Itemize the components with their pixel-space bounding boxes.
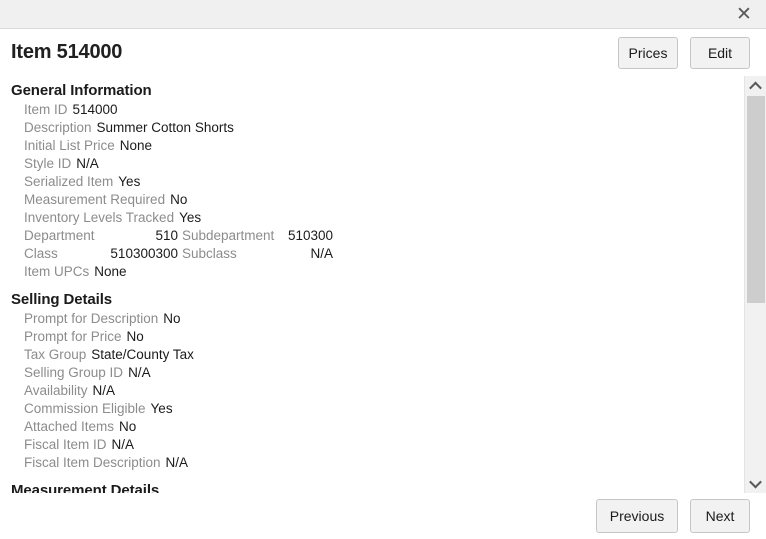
field-col: Subdepartment 510300 [182,228,337,243]
field-label: Measurement Required [24,192,166,207]
field-row: Serialized Item Yes [24,174,744,192]
field-label: Serialized Item [24,174,114,189]
scrollbar-thumb[interactable] [747,96,765,304]
field-row: Fiscal Item Description N/A [24,455,744,473]
field-label: Item UPCs [24,264,90,279]
field-value: N/A [111,437,135,452]
field-value: 510 [155,228,178,243]
field-label: Description [24,120,92,135]
field-row: Prompt for Price No [24,329,744,347]
field-value: State/County Tax [91,347,194,362]
field-value: None [94,264,127,279]
field-label: Tax Group [24,347,87,362]
field-value: No [170,192,188,207]
field-value: N/A [310,246,333,261]
field-value: No [163,311,181,326]
field-value: N/A [128,365,151,380]
page-title: Item 514000 [11,41,123,63]
field-row: Description Summer Cotton Shorts [24,120,744,138]
page-header: Item 514000 Prices Edit [0,29,766,76]
field-value: N/A [165,455,189,470]
prices-button[interactable]: Prices [618,36,678,69]
scroll-down-icon[interactable] [745,473,766,493]
field-row: Measurement Required No [24,192,744,210]
header-actions: Prices Edit [618,36,750,69]
edit-button[interactable]: Edit [690,36,750,69]
field-row: Prompt for Description No [24,311,744,329]
field-label: Selling Group ID [24,365,124,380]
next-button[interactable]: Next [690,499,750,533]
field-col: Class 510300300 [24,246,182,261]
field-row: Initial List Price None [24,138,744,156]
field-row: Commission Eligible Yes [24,401,744,419]
detail-sections: General Information Item ID 514000 Descript… [0,76,744,493]
field-row: Selling Group ID N/A [24,365,744,383]
field-value: No [119,419,137,434]
field-label: Department [24,228,95,243]
field-value: N/A [92,383,116,398]
scroll-up-icon[interactable] [745,76,766,96]
scrollbar-track[interactable] [745,96,766,473]
field-value: 514000 [72,102,118,117]
field-value: Yes [150,401,173,416]
section-title: General Information [11,82,152,99]
field-label: Inventory Levels Tracked [24,210,175,225]
window-titlebar: ✕ [0,0,766,29]
field-row: Fiscal Item ID N/A [24,437,744,455]
field-row: Department 510 Subdepartment 510300 [24,228,744,246]
field-label: Fiscal Item Description [24,455,161,470]
detail-content-area: General Information Item ID 514000 Descript… [0,76,766,493]
field-list: Prompt for Description No Prompt for Price… [11,311,744,473]
field-label: Initial List Price [24,138,115,153]
field-label: Class [24,246,58,261]
field-col: Subclass N/A [182,246,337,261]
field-label: Style ID [24,156,72,171]
field-label: Item ID [24,102,68,117]
field-value: 510300 [287,228,333,243]
field-row: Class 510300300 Subclass N/A [24,246,744,264]
field-label: Subdepartment [182,228,275,243]
field-label: Commission Eligible [24,401,146,416]
field-label: Attached Items [24,419,115,434]
field-row: Tax Group State/County Tax [24,347,744,365]
field-label: Prompt for Price [24,329,122,344]
field-label: Availability [24,383,88,398]
field-list: Item ID 514000 Description Summer Cotton Sh… [11,102,744,282]
section-title: Selling Details [11,291,113,308]
field-row: Style ID N/A [24,156,744,174]
vertical-scrollbar[interactable] [744,76,766,493]
field-value: None [119,138,153,153]
close-icon[interactable]: ✕ [733,3,755,25]
field-row: Item UPCs None [24,264,744,282]
field-row: Availability N/A [24,383,744,401]
field-value: Summer Cotton Shorts [96,120,234,135]
field-value: N/A [76,156,99,171]
field-col: Department 510 [24,228,182,243]
field-value: Yes [179,210,202,225]
field-row: Inventory Levels Tracked Yes [24,210,744,228]
field-value: Yes [118,174,141,189]
previous-button[interactable]: Previous [596,499,678,533]
page-footer: Previous Next [0,493,766,539]
field-value: 510300300 [110,246,178,261]
section-title: Measurement Details [11,482,160,493]
item-detail-window: ✕ Item 514000 Prices Edit General Inform… [0,0,766,539]
field-row: Item ID 514000 [24,102,744,120]
field-label: Prompt for Description [24,311,159,326]
field-row: Attached Items No [24,419,744,437]
field-value: No [126,329,144,344]
field-label: Fiscal Item ID [24,437,107,452]
field-label: Subclass [182,246,237,261]
